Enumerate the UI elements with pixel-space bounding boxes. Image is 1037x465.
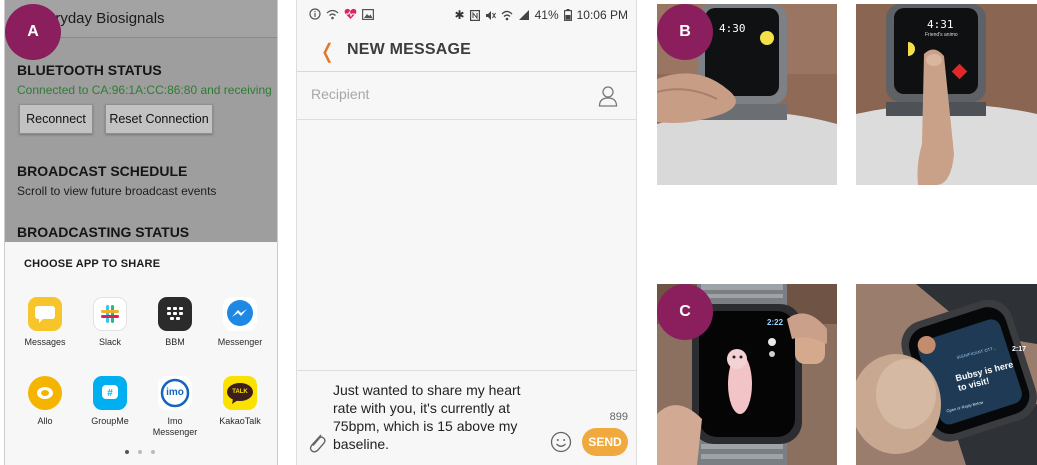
photo-watch-c-right: 2:17 SIGNIFICANT OTT... Bubsy is here to… [856, 284, 1037, 465]
imo-icon-text: imo [166, 387, 184, 398]
share-sheet-title: CHOOSE APP TO SHARE [24, 258, 161, 270]
status-icons-left [309, 8, 374, 20]
message-header: ❬ NEW MESSAGE [297, 30, 636, 72]
bbm-icon [158, 297, 192, 331]
slack-icon [93, 297, 127, 331]
panel-label-c: C [657, 284, 713, 340]
nfc-icon [469, 9, 480, 21]
bluetooth-status-text: Connected to CA:96:1A:CC:86:80 and recei… [17, 83, 272, 97]
wifi-icon [501, 10, 513, 20]
share-sheet [5, 242, 277, 465]
share-app-messages[interactable]: Messages [12, 297, 78, 348]
share-app-allo[interactable]: Allo [12, 376, 78, 427]
compose-area: Just wanted to share my heart rate with … [297, 370, 636, 465]
mute-icon [485, 10, 496, 20]
watch-time: 2:22 [767, 318, 784, 327]
contact-person-icon[interactable] [598, 85, 618, 107]
app-title: eryday Biosignals [47, 10, 165, 27]
app-label: BBM [165, 337, 185, 347]
app-label: Allo [37, 416, 53, 426]
bluetooth-icon: ✱ [454, 8, 465, 22]
svg-text:#: # [107, 388, 113, 399]
watch-time: 4:30 [719, 22, 746, 35]
heart-icon [344, 8, 357, 19]
app-label: KakaoTalk [219, 416, 261, 426]
broadcasting-status-title: BROADCASTING STATUS [17, 224, 190, 240]
imo-icon: imo [158, 376, 192, 410]
app-label: Imo Messenger [152, 416, 198, 437]
battery-icon [563, 9, 572, 21]
page-dot [151, 450, 155, 454]
messages-icon [28, 297, 62, 331]
watch-subtitle: Friend's animo [925, 32, 958, 38]
battery-percent: 41% [534, 8, 559, 22]
character-count: 899 [609, 411, 628, 423]
back-chevron-icon[interactable]: ❬ [319, 39, 336, 64]
broadcast-schedule-text: Scroll to view future broadcast events [17, 184, 217, 198]
message-text-field[interactable]: Just wanted to share my heart rate with … [333, 381, 547, 453]
wifi-call-icon [326, 9, 339, 20]
emoji-icon[interactable] [550, 431, 572, 453]
app-label: Messages [24, 337, 66, 347]
app-label: Messenger [217, 337, 263, 347]
allo-icon [28, 376, 62, 410]
recipient-row [297, 72, 636, 120]
kakaotalk-icon-text: TALK [232, 388, 248, 395]
groupme-icon: # [93, 376, 127, 410]
photo-watch-b-right: 4:31 Friend's animo [856, 4, 1037, 185]
watch-time: 4:31 [927, 18, 954, 31]
new-message-screenshot: ✱ 41% 10:06 PM ❬ NEW MESSAGE Just wanted… [296, 0, 637, 465]
status-icons-right: ✱ 41% 10:06 PM [455, 8, 628, 22]
page-title: NEW MESSAGE [347, 41, 471, 58]
recipient-input[interactable] [311, 86, 571, 102]
attachment-clip-icon[interactable] [307, 429, 327, 453]
watch-time: 2:17 [1012, 346, 1027, 353]
send-button[interactable]: SEND [582, 428, 628, 456]
page-indicator [125, 450, 155, 454]
signal-icon [518, 9, 529, 20]
share-app-bbm[interactable]: BBM [142, 297, 208, 348]
share-app-kakaotalk[interactable]: TALK KakaoTalk [207, 376, 273, 427]
app-label: GroupMe [91, 416, 129, 426]
share-app-slack[interactable]: Slack [77, 297, 143, 348]
page-dot-active [125, 450, 129, 454]
info-icon [309, 8, 321, 20]
status-time: 10:06 PM [576, 8, 628, 22]
panel-label-b: B [657, 4, 713, 60]
broadcast-schedule-title: BROADCAST SCHEDULE [17, 163, 188, 179]
app-label: Slack [98, 337, 121, 347]
share-app-screenshot: eryday Biosignals BLUETOOTH STATUS Conne… [4, 0, 278, 465]
reset-connection-button[interactable]: Reset Connection [105, 104, 213, 134]
share-app-groupme[interactable]: # GroupMe [77, 376, 143, 427]
share-app-imo[interactable]: imo Imo Messenger [142, 376, 208, 438]
bluetooth-status-title: BLUETOOTH STATUS [17, 62, 162, 78]
share-app-messenger[interactable]: Messenger [207, 297, 273, 348]
status-bar: ✱ 41% 10:06 PM [297, 0, 636, 30]
gallery-icon [362, 8, 374, 20]
page-dot [138, 450, 142, 454]
messenger-icon [223, 297, 257, 331]
reconnect-button[interactable]: Reconnect [19, 104, 93, 134]
panel-label-a: A [5, 4, 61, 60]
kakaotalk-icon: TALK [223, 376, 257, 410]
